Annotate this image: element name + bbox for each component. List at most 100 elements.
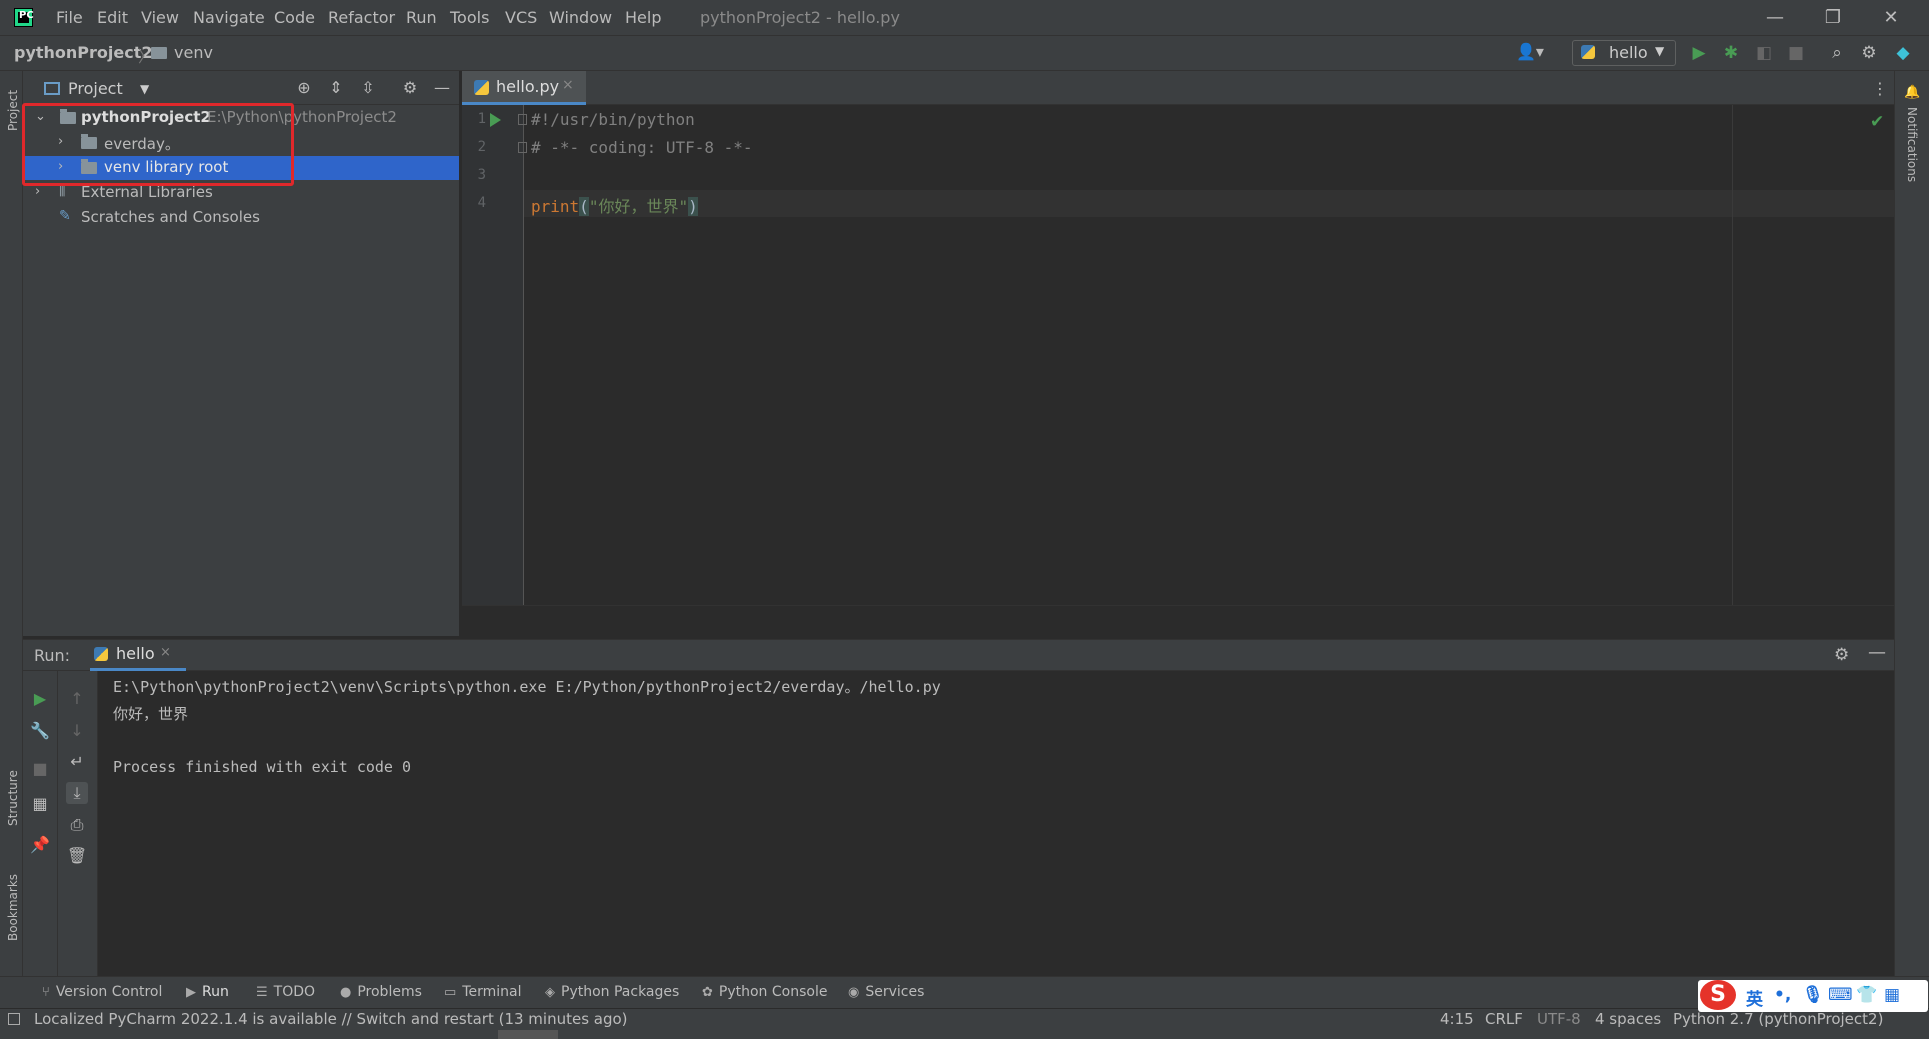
- menu-vcs[interactable]: VCS: [505, 8, 537, 27]
- rerun-icon[interactable]: ▶: [29, 688, 51, 710]
- code-string: "你好，世界": [588, 197, 689, 216]
- close-icon[interactable]: ×: [160, 645, 171, 660]
- run-configuration-label: hello: [1609, 43, 1648, 62]
- menu-file[interactable]: File: [56, 8, 83, 27]
- search-icon[interactable]: ⌕: [1826, 42, 1848, 64]
- breadcrumb-project[interactable]: pythonProject2: [14, 43, 153, 62]
- tool-python-packages[interactable]: ◈ Python Packages: [545, 984, 679, 1000]
- package-icon: ◈: [545, 985, 555, 1000]
- bookmarks-tool-tab[interactable]: Bookmarks: [6, 874, 20, 941]
- tool-label: Terminal: [462, 984, 522, 1000]
- run-gutter-icon[interactable]: [490, 113, 501, 127]
- status-encoding[interactable]: UTF-8: [1537, 1010, 1581, 1028]
- tool-services[interactable]: ◉ Services: [848, 984, 924, 1000]
- status-caret-position[interactable]: 4:15: [1440, 1010, 1474, 1028]
- tool-python-console[interactable]: ✿ Python Console: [702, 984, 827, 1000]
- keyboard-icon[interactable]: ⌨: [1828, 985, 1853, 1005]
- menu-help[interactable]: Help: [625, 8, 661, 27]
- wrench-icon[interactable]: 🔧: [29, 720, 51, 742]
- menu-tools[interactable]: Tools: [450, 8, 489, 27]
- tool-problems[interactable]: ● Problems: [340, 984, 422, 1000]
- soft-wrap-icon[interactable]: ↵: [66, 751, 88, 773]
- line-number: 4: [477, 195, 486, 211]
- current-line-highlight: [524, 190, 1894, 217]
- check-icon[interactable]: ✔: [1870, 112, 1884, 132]
- stop-icon[interactable]: ■: [29, 758, 51, 780]
- hide-panel-icon[interactable]: —: [1868, 642, 1886, 663]
- scratches-icon: ✎: [59, 208, 71, 224]
- run-icon[interactable]: ▶: [1688, 42, 1710, 64]
- fold-icon[interactable]: [518, 142, 527, 153]
- status-interpreter[interactable]: Python 2.7 (pythonProject2): [1673, 1010, 1883, 1028]
- more-icon[interactable]: ⋮: [1872, 79, 1888, 98]
- menu-run[interactable]: Run: [406, 8, 437, 27]
- code-editor[interactable]: [524, 105, 1894, 605]
- chevron-down-icon[interactable]: ▼: [140, 82, 149, 96]
- console-line: Process finished with exit code 0: [113, 758, 412, 776]
- pin-icon[interactable]: 📌: [29, 834, 51, 856]
- right-tool-strip: 🔔 Notifications: [1894, 71, 1929, 976]
- hide-panel-icon[interactable]: —: [431, 77, 453, 99]
- status-indent[interactable]: 4 spaces: [1595, 1010, 1661, 1028]
- run-console[interactable]: [98, 671, 1894, 976]
- locate-icon[interactable]: ⊕: [293, 77, 315, 99]
- close-icon[interactable]: ×: [562, 77, 574, 93]
- breadcrumb-folder[interactable]: venv: [174, 43, 213, 62]
- tool-terminal[interactable]: ▭ Terminal: [444, 984, 521, 1000]
- tool-label: Services: [865, 984, 925, 1000]
- tool-label: Python Packages: [561, 984, 680, 1000]
- gear-icon[interactable]: ⚙: [1834, 645, 1849, 665]
- project-tool-tab[interactable]: Project: [6, 90, 20, 131]
- tab-hello-py[interactable]: hello.py ×: [462, 71, 586, 105]
- gear-icon[interactable]: ⚙: [399, 77, 421, 99]
- menu-navigate[interactable]: Navigate: [193, 8, 265, 27]
- ime-language-toggle[interactable]: 英: [1746, 985, 1763, 1010]
- project-view-select[interactable]: Project: [68, 79, 123, 98]
- annotation-highlight-box: [22, 103, 294, 186]
- restore-button[interactable]: ❐: [1815, 6, 1851, 30]
- status-message[interactable]: Localized PyCharm 2022.1.4 is available …: [34, 1010, 628, 1028]
- punctuation-icon[interactable]: •,: [1774, 985, 1791, 1005]
- code-with-me-icon[interactable]: ◆: [1892, 42, 1914, 64]
- collapse-all-icon[interactable]: ⇳: [357, 77, 379, 99]
- fold-icon[interactable]: [518, 114, 527, 125]
- tool-run[interactable]: ▶ Run: [186, 984, 229, 1000]
- microphone-icon[interactable]: 🎙: [1802, 985, 1824, 1005]
- user-icon[interactable]: 👤▾: [1516, 42, 1548, 62]
- arrow-down-icon[interactable]: ↓: [66, 720, 88, 742]
- tree-item-scratches[interactable]: ✎ Scratches and Consoles: [23, 206, 459, 230]
- run-tab-hello[interactable]: hello ×: [90, 639, 186, 671]
- stop-icon[interactable]: ■: [1785, 42, 1807, 64]
- menu-refactor[interactable]: Refactor: [328, 8, 395, 27]
- bell-icon[interactable]: 🔔: [1904, 85, 1920, 100]
- skin-icon[interactable]: 👕: [1856, 985, 1877, 1005]
- toolbox-icon[interactable]: ▦: [1884, 985, 1900, 1005]
- list-icon: ☰: [256, 985, 268, 1000]
- menu-code[interactable]: Code: [274, 8, 315, 27]
- coverage-icon[interactable]: ◧: [1753, 42, 1775, 64]
- tool-todo[interactable]: ☰ TODO: [256, 984, 315, 1000]
- structure-tool-tab[interactable]: Structure: [6, 770, 20, 826]
- run-configuration-select[interactable]: hello ▼: [1572, 40, 1676, 66]
- trash-icon[interactable]: 🗑: [66, 845, 88, 867]
- ime-toolbar: S 英 •, 🎙 ⌨ 👕 ▦: [1698, 980, 1928, 1012]
- gear-icon[interactable]: ⚙: [1858, 42, 1880, 64]
- status-line-separator[interactable]: CRLF: [1485, 1010, 1523, 1028]
- debug-icon[interactable]: ✱: [1720, 42, 1742, 64]
- sogou-logo-icon[interactable]: S: [1700, 980, 1736, 1010]
- chevron-right-icon[interactable]: ›: [35, 184, 40, 199]
- terminal-icon: ▭: [444, 985, 457, 1000]
- scroll-to-end-icon[interactable]: ⤓: [66, 782, 88, 804]
- tool-version-control[interactable]: ⑂ Version Control: [42, 984, 162, 1000]
- code-line-2: # -*- coding: UTF-8 -*-: [531, 138, 753, 157]
- menu-view[interactable]: View: [141, 8, 179, 27]
- close-button[interactable]: ✕: [1873, 6, 1909, 30]
- menu-edit[interactable]: Edit: [97, 8, 128, 27]
- arrow-up-icon[interactable]: ↑: [66, 688, 88, 710]
- menu-window[interactable]: Window: [549, 8, 612, 27]
- print-icon[interactable]: ⎙: [66, 814, 88, 836]
- layout-icon[interactable]: ▦: [29, 793, 51, 815]
- minimize-button[interactable]: —: [1757, 6, 1793, 30]
- expand-all-icon[interactable]: ⇕: [325, 77, 347, 99]
- notifications-tool-tab[interactable]: Notifications: [1905, 107, 1919, 182]
